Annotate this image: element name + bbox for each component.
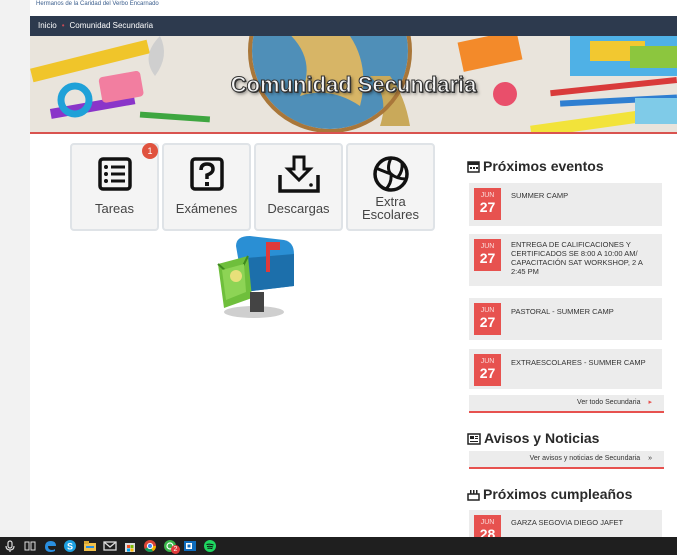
calendar-icon xyxy=(467,161,480,173)
hero-banner: Comunidad Secundaria xyxy=(30,36,677,134)
store-icon[interactable] xyxy=(123,539,137,553)
file-explorer-icon[interactable] xyxy=(83,539,97,553)
mail-icon[interactable] xyxy=(103,539,117,553)
birthdays-title: Próximos cumpleaños xyxy=(483,486,633,502)
news-title: Avisos y Noticias xyxy=(484,430,600,446)
task-view-icon[interactable] xyxy=(23,539,37,553)
tile-label: Tareas xyxy=(94,201,135,216)
download-icon xyxy=(278,155,320,193)
event-title: ENTREGA DE CALIFICACIONES Y CERTIFICADOS… xyxy=(511,240,643,276)
spotify-icon[interactable] xyxy=(203,539,217,553)
tile-label: Descargas xyxy=(267,201,330,216)
header-note[interactable]: Hermanos de la Caridad del Verbo Encarna… xyxy=(36,0,159,8)
tareas-tile[interactable]: Tareas 1 xyxy=(70,143,159,231)
edge-icon[interactable] xyxy=(43,539,57,553)
event-item[interactable]: JUN 27 ENTREGA DE CALIFICACIONES Y CERTIF… xyxy=(469,234,662,286)
event-title: EXTRAESCOLARES - SUMMER CAMP xyxy=(511,358,646,367)
event-item[interactable]: JUN 27 PASTORAL - SUMMER CAMP xyxy=(469,298,662,340)
chrome-icon[interactable] xyxy=(143,539,157,553)
question-icon xyxy=(190,157,224,191)
newspaper-icon xyxy=(467,433,481,445)
volleyball-icon xyxy=(373,156,409,192)
skype-icon[interactable]: S xyxy=(63,539,77,553)
event-title: SUMMER CAMP xyxy=(511,191,569,200)
event-item[interactable]: JUN 27 EXTRAESCOLARES - SUMMER CAMP xyxy=(469,349,662,389)
birthdays-heading: Próximos cumpleaños xyxy=(467,485,667,503)
svg-text:S: S xyxy=(67,542,73,552)
birthday-cake-icon xyxy=(467,490,480,501)
tile-label: Exámenes xyxy=(175,201,238,216)
outlook-icon[interactable] xyxy=(183,539,197,553)
birthday-name: GARZA SEGOVIA DIEGO JAFET xyxy=(511,518,624,527)
extra-escolares-tile[interactable]: Extra Escolares xyxy=(346,143,435,231)
event-date: JUN 27 xyxy=(474,354,501,386)
descargas-tile[interactable]: Descargas xyxy=(254,143,343,231)
event-item[interactable]: JUN 27 SUMMER CAMP xyxy=(469,183,662,226)
banner-title: Comunidad Secundaria xyxy=(230,72,477,98)
birthday-date: JUN 28 xyxy=(474,515,501,537)
tile-label-line2: Escolares xyxy=(361,207,420,222)
events-title: Próximos eventos xyxy=(483,158,604,174)
notification-badge: 1 xyxy=(142,143,158,159)
event-date: JUN 27 xyxy=(474,188,501,220)
event-date: JUN 27 xyxy=(474,303,501,335)
page: Hermanos de la Caridad del Verbo Encarna… xyxy=(30,0,677,537)
breadcrumb-home-link[interactable]: Inicio xyxy=(38,16,57,36)
breadcrumb-current[interactable]: Comunidad Secundaria xyxy=(70,16,154,36)
taskbar: S 2 xyxy=(0,537,677,555)
list-icon xyxy=(98,157,132,191)
see-all-events-link[interactable]: Ver todo Secundaria ▸ xyxy=(469,395,664,413)
event-title: PASTORAL - SUMMER CAMP xyxy=(511,307,614,316)
microphone-icon[interactable] xyxy=(3,539,17,553)
see-all-news-link[interactable]: Ver avisos y noticias de Secundaria » xyxy=(469,451,664,469)
whatsapp-badge: 2 xyxy=(171,545,180,554)
mailbox-icon[interactable] xyxy=(214,236,296,322)
news-heading: Avisos y Noticias xyxy=(467,429,667,447)
birthday-item[interactable]: JUN 28 GARZA SEGOVIA DIEGO JAFET xyxy=(469,510,662,537)
breadcrumb: Inicio • Comunidad Secundaria xyxy=(30,16,677,36)
events-heading: Próximos eventos xyxy=(467,157,667,175)
event-date: JUN 27 xyxy=(474,239,501,271)
breadcrumb-separator: • xyxy=(61,21,65,30)
examenes-tile[interactable]: Exámenes xyxy=(162,143,251,231)
